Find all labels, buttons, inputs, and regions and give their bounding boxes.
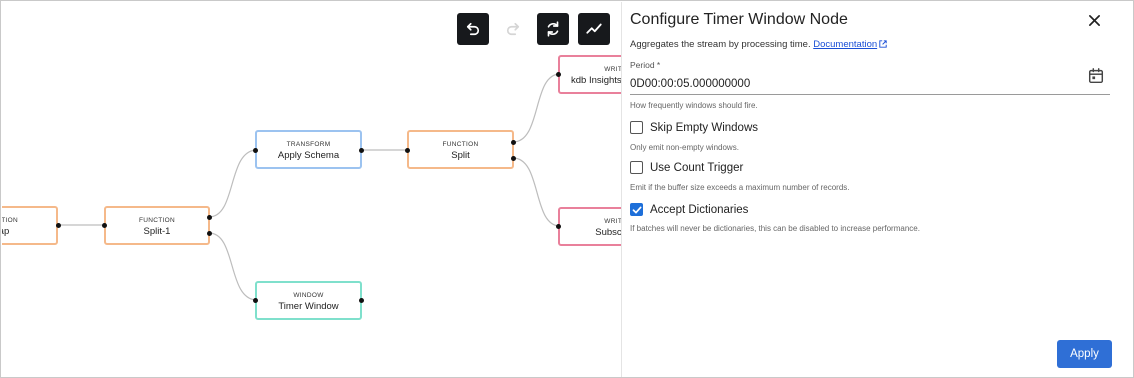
checkbox-box[interactable] xyxy=(630,203,643,216)
undo-icon xyxy=(466,22,480,36)
node-port[interactable] xyxy=(556,224,561,229)
panel-description: Aggregates the stream by processing time… xyxy=(630,39,887,50)
pipeline-edges xyxy=(58,73,561,301)
accept-dictionaries-checkbox[interactable]: Accept Dictionaries xyxy=(630,203,748,216)
node-port[interactable] xyxy=(102,223,107,228)
edge-split1-timerwindow xyxy=(208,232,258,301)
node-port[interactable] xyxy=(511,156,516,161)
node-type-label: FUNCTION xyxy=(2,217,18,224)
node-type-label: FUNCTION xyxy=(139,217,175,224)
close-icon xyxy=(1088,14,1100,26)
node-name-label: Split xyxy=(451,150,470,161)
node-name-label: Split-1 xyxy=(143,226,171,237)
redo-icon xyxy=(506,22,520,36)
skip-empty-windows-checkbox[interactable]: Skip Empty Windows xyxy=(630,121,758,134)
apply-button[interactable]: Apply xyxy=(1057,340,1112,368)
node-writer-subscriber[interactable]: WRITER Subscriber xyxy=(558,207,621,246)
node-port[interactable] xyxy=(207,215,212,220)
close-button[interactable] xyxy=(1084,10,1104,30)
checkbox-label: Use Count Trigger xyxy=(650,161,744,174)
node-split-1[interactable]: FUNCTION Split-1 xyxy=(104,206,210,245)
node-name-label: kdb Insights Database xyxy=(570,75,621,86)
node-port[interactable] xyxy=(253,298,258,303)
node-split[interactable]: FUNCTION Split xyxy=(407,130,514,169)
calendar-icon xyxy=(1088,68,1104,84)
pipeline-canvas[interactable]: FUNCTION Map FUNCTION Split-1 TRANSFORM … xyxy=(2,2,621,377)
edge-split1-applyschema xyxy=(208,149,258,218)
chart-button[interactable] xyxy=(578,13,610,45)
checkbox-label: Skip Empty Windows xyxy=(650,121,759,134)
node-name-label: Timer Window xyxy=(278,301,339,312)
node-type-label: WRITER xyxy=(604,66,621,73)
node-name-label: Apply Schema xyxy=(277,150,340,161)
config-panel: Configure Timer Window Node Aggregates t… xyxy=(621,2,1133,377)
node-type-label: WINDOW xyxy=(293,292,324,299)
node-port[interactable] xyxy=(405,148,410,153)
checkbox-label: Accept Dictionaries xyxy=(650,203,749,216)
node-name-label: Map xyxy=(2,226,10,237)
node-map[interactable]: FUNCTION Map xyxy=(2,206,58,245)
edge-split-writer1 xyxy=(512,73,561,143)
node-port[interactable] xyxy=(56,223,61,228)
node-port[interactable] xyxy=(556,72,561,77)
panel-title: Configure Timer Window Node xyxy=(630,11,848,28)
edge-split-writer2 xyxy=(512,157,561,227)
description-text: Aggregates the stream by processing time… xyxy=(630,39,811,50)
documentation-link[interactable]: Documentation xyxy=(813,39,877,50)
redo-button[interactable] xyxy=(497,13,529,45)
accept-dictionaries-helper-text: If batches will never be dictionaries, t… xyxy=(630,224,920,233)
node-port[interactable] xyxy=(207,231,212,236)
count-trigger-helper-text: Emit if the buffer size exceeds a maximu… xyxy=(630,183,850,192)
node-type-label: WRITER xyxy=(604,218,621,225)
node-port[interactable] xyxy=(359,148,364,153)
line-chart-icon xyxy=(586,23,602,34)
period-helper-text: How frequently windows should fire. xyxy=(630,101,758,110)
calendar-button[interactable] xyxy=(1087,67,1105,85)
refresh-button[interactable] xyxy=(537,13,569,45)
external-link-icon xyxy=(879,40,887,48)
period-input[interactable] xyxy=(630,74,1110,95)
checkbox-box[interactable] xyxy=(630,161,643,174)
checkmark-icon xyxy=(632,206,641,213)
skip-empty-helper-text: Only emit non-empty windows. xyxy=(630,143,739,152)
node-type-label: FUNCTION xyxy=(442,141,479,148)
node-port[interactable] xyxy=(253,148,258,153)
app-frame: FUNCTION Map FUNCTION Split-1 TRANSFORM … xyxy=(0,0,1134,378)
refresh-icon xyxy=(547,21,559,37)
node-port[interactable] xyxy=(359,298,364,303)
undo-button[interactable] xyxy=(457,13,489,45)
node-type-label: TRANSFORM xyxy=(286,141,331,148)
node-port[interactable] xyxy=(511,140,516,145)
node-apply-schema[interactable]: TRANSFORM Apply Schema xyxy=(255,130,362,169)
node-name-label: Subscriber xyxy=(595,227,621,238)
use-count-trigger-checkbox[interactable]: Use Count Trigger xyxy=(630,161,743,174)
period-label: Period * xyxy=(630,60,661,70)
node-writer-kdb[interactable]: WRITER kdb Insights Database xyxy=(558,55,621,94)
checkbox-box[interactable] xyxy=(630,121,643,134)
node-timer-window[interactable]: WINDOW Timer Window xyxy=(255,281,362,320)
